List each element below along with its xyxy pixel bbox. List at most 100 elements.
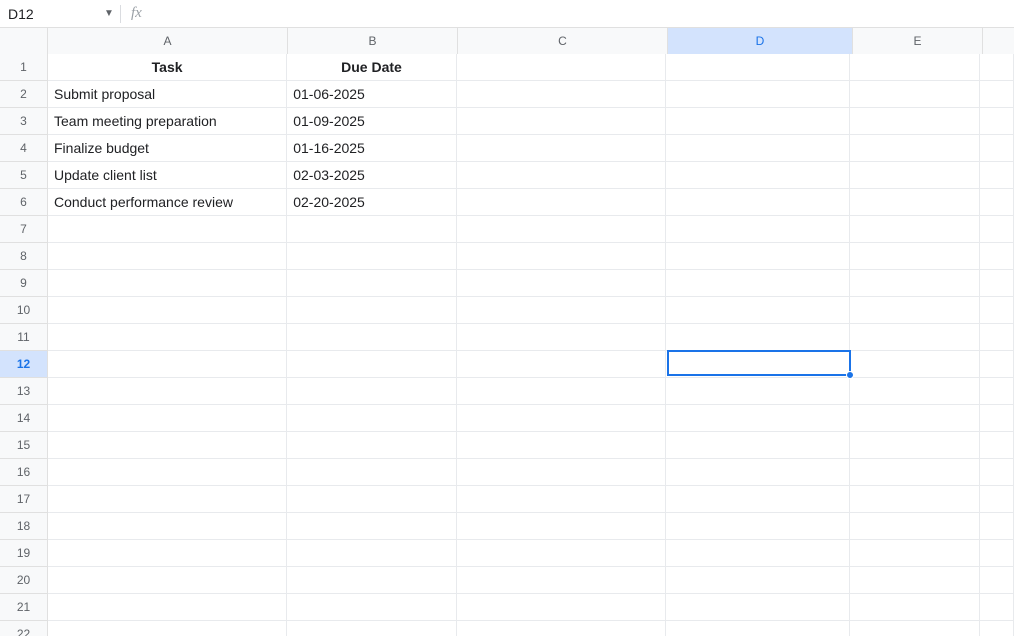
cell-E9[interactable] bbox=[850, 270, 980, 297]
row-header-1[interactable]: 1 bbox=[0, 54, 48, 81]
cell-E11[interactable] bbox=[850, 324, 980, 351]
cell-A20[interactable] bbox=[48, 567, 287, 594]
cell-19[interactable] bbox=[980, 540, 1014, 567]
cell-A11[interactable] bbox=[48, 324, 287, 351]
cell-D10[interactable] bbox=[666, 297, 850, 324]
cell-C22[interactable] bbox=[457, 621, 666, 636]
cell-C18[interactable] bbox=[457, 513, 666, 540]
cell-17[interactable] bbox=[980, 486, 1014, 513]
cell-C7[interactable] bbox=[457, 216, 666, 243]
cell-E15[interactable] bbox=[850, 432, 980, 459]
cell-18[interactable] bbox=[980, 513, 1014, 540]
row-header-19[interactable]: 19 bbox=[0, 540, 48, 567]
cell-B19[interactable] bbox=[287, 540, 456, 567]
cell-A5[interactable]: Update client list bbox=[48, 162, 287, 189]
row-header-17[interactable]: 17 bbox=[0, 486, 48, 513]
cell-D9[interactable] bbox=[666, 270, 850, 297]
cell-A7[interactable] bbox=[48, 216, 287, 243]
cell-E18[interactable] bbox=[850, 513, 980, 540]
cell-A3[interactable]: Team meeting preparation bbox=[48, 108, 287, 135]
cell-C4[interactable] bbox=[457, 135, 666, 162]
cell-6[interactable] bbox=[980, 189, 1014, 216]
cell-D1[interactable] bbox=[666, 54, 850, 81]
row-header-18[interactable]: 18 bbox=[0, 513, 48, 540]
cell-B17[interactable] bbox=[287, 486, 456, 513]
cell-E1[interactable] bbox=[850, 54, 980, 81]
cell-C8[interactable] bbox=[457, 243, 666, 270]
cell-B18[interactable] bbox=[287, 513, 456, 540]
row-header-21[interactable]: 21 bbox=[0, 594, 48, 621]
cell-C1[interactable] bbox=[457, 54, 666, 81]
row-header-22[interactable]: 22 bbox=[0, 621, 48, 636]
column-header-B[interactable]: B bbox=[288, 28, 458, 54]
row-header-14[interactable]: 14 bbox=[0, 405, 48, 432]
cell-D2[interactable] bbox=[666, 81, 850, 108]
row-header-12[interactable]: 12 bbox=[0, 351, 48, 378]
cell-A12[interactable] bbox=[48, 351, 287, 378]
cell-C20[interactable] bbox=[457, 567, 666, 594]
cell-C6[interactable] bbox=[457, 189, 666, 216]
column-header-D[interactable]: D bbox=[668, 28, 853, 54]
cell-C17[interactable] bbox=[457, 486, 666, 513]
cell-B8[interactable] bbox=[287, 243, 456, 270]
cell-C2[interactable] bbox=[457, 81, 666, 108]
cell-C5[interactable] bbox=[457, 162, 666, 189]
cell-D4[interactable] bbox=[666, 135, 850, 162]
cell-E16[interactable] bbox=[850, 459, 980, 486]
cell-B21[interactable] bbox=[287, 594, 456, 621]
cell-E12[interactable] bbox=[850, 351, 980, 378]
cell-10[interactable] bbox=[980, 297, 1014, 324]
cell-A8[interactable] bbox=[48, 243, 287, 270]
cell-C10[interactable] bbox=[457, 297, 666, 324]
row-header-16[interactable]: 16 bbox=[0, 459, 48, 486]
cell-A6[interactable]: Conduct performance review bbox=[48, 189, 287, 216]
cell-B10[interactable] bbox=[287, 297, 456, 324]
cell-B12[interactable] bbox=[287, 351, 456, 378]
cell-1[interactable] bbox=[980, 54, 1014, 81]
cell-E3[interactable] bbox=[850, 108, 980, 135]
cell-B4[interactable]: 01-16-2025 bbox=[287, 135, 456, 162]
cell-E20[interactable] bbox=[850, 567, 980, 594]
cell-C12[interactable] bbox=[457, 351, 666, 378]
row-header-4[interactable]: 4 bbox=[0, 135, 48, 162]
cell-14[interactable] bbox=[980, 405, 1014, 432]
cell-22[interactable] bbox=[980, 621, 1014, 636]
cell-A2[interactable]: Submit proposal bbox=[48, 81, 287, 108]
cell-B2[interactable]: 01-06-2025 bbox=[287, 81, 456, 108]
cell-C11[interactable] bbox=[457, 324, 666, 351]
cell-A10[interactable] bbox=[48, 297, 287, 324]
cell-D6[interactable] bbox=[666, 189, 850, 216]
cell-D7[interactable] bbox=[666, 216, 850, 243]
cell-E17[interactable] bbox=[850, 486, 980, 513]
cell-D18[interactable] bbox=[666, 513, 850, 540]
cell-C9[interactable] bbox=[457, 270, 666, 297]
cell-21[interactable] bbox=[980, 594, 1014, 621]
cell-A14[interactable] bbox=[48, 405, 287, 432]
column-header-C[interactable]: C bbox=[458, 28, 668, 54]
row-header-7[interactable]: 7 bbox=[0, 216, 48, 243]
cell-20[interactable] bbox=[980, 567, 1014, 594]
cell-C14[interactable] bbox=[457, 405, 666, 432]
cell-E10[interactable] bbox=[850, 297, 980, 324]
cell-E13[interactable] bbox=[850, 378, 980, 405]
row-header-10[interactable]: 10 bbox=[0, 297, 48, 324]
row-header-3[interactable]: 3 bbox=[0, 108, 48, 135]
cell-A15[interactable] bbox=[48, 432, 287, 459]
row-header-15[interactable]: 15 bbox=[0, 432, 48, 459]
cell-D15[interactable] bbox=[666, 432, 850, 459]
cell-C19[interactable] bbox=[457, 540, 666, 567]
cell-A4[interactable]: Finalize budget bbox=[48, 135, 287, 162]
column-header-col5[interactable] bbox=[983, 28, 1014, 54]
cell-C21[interactable] bbox=[457, 594, 666, 621]
cell-D14[interactable] bbox=[666, 405, 850, 432]
cell-A17[interactable] bbox=[48, 486, 287, 513]
cell-13[interactable] bbox=[980, 378, 1014, 405]
cell-E21[interactable] bbox=[850, 594, 980, 621]
cell-B13[interactable] bbox=[287, 378, 456, 405]
cell-C15[interactable] bbox=[457, 432, 666, 459]
row-header-13[interactable]: 13 bbox=[0, 378, 48, 405]
cell-E14[interactable] bbox=[850, 405, 980, 432]
cell-C13[interactable] bbox=[457, 378, 666, 405]
cell-D17[interactable] bbox=[666, 486, 850, 513]
cell-E4[interactable] bbox=[850, 135, 980, 162]
